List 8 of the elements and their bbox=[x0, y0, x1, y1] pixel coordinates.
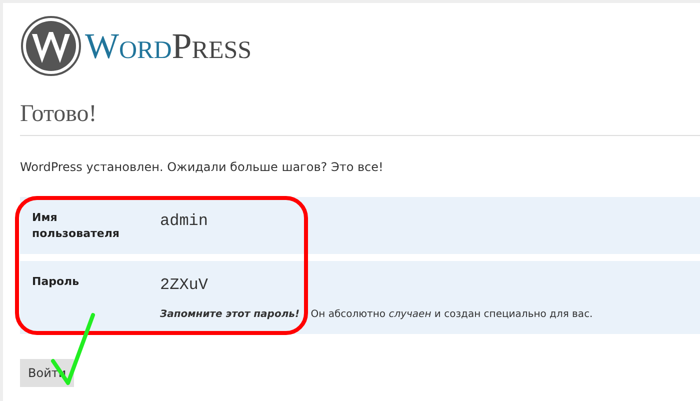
page-heading: Готово! bbox=[20, 100, 97, 129]
intro-text: WordPress установлен. Ожидали больше шагов? Это все! bbox=[20, 159, 384, 176]
password-note: Запомните этот пароль! Он абсолютно случаен и создан специально для вас. bbox=[160, 308, 593, 322]
logo-wordmark: WordPress bbox=[85, 28, 252, 64]
row-value: 2ZXuV bbox=[160, 275, 210, 296]
row-label: Пароль bbox=[32, 274, 80, 290]
row-value: admin bbox=[160, 211, 208, 232]
row-label: Имя пользователя bbox=[32, 210, 120, 242]
